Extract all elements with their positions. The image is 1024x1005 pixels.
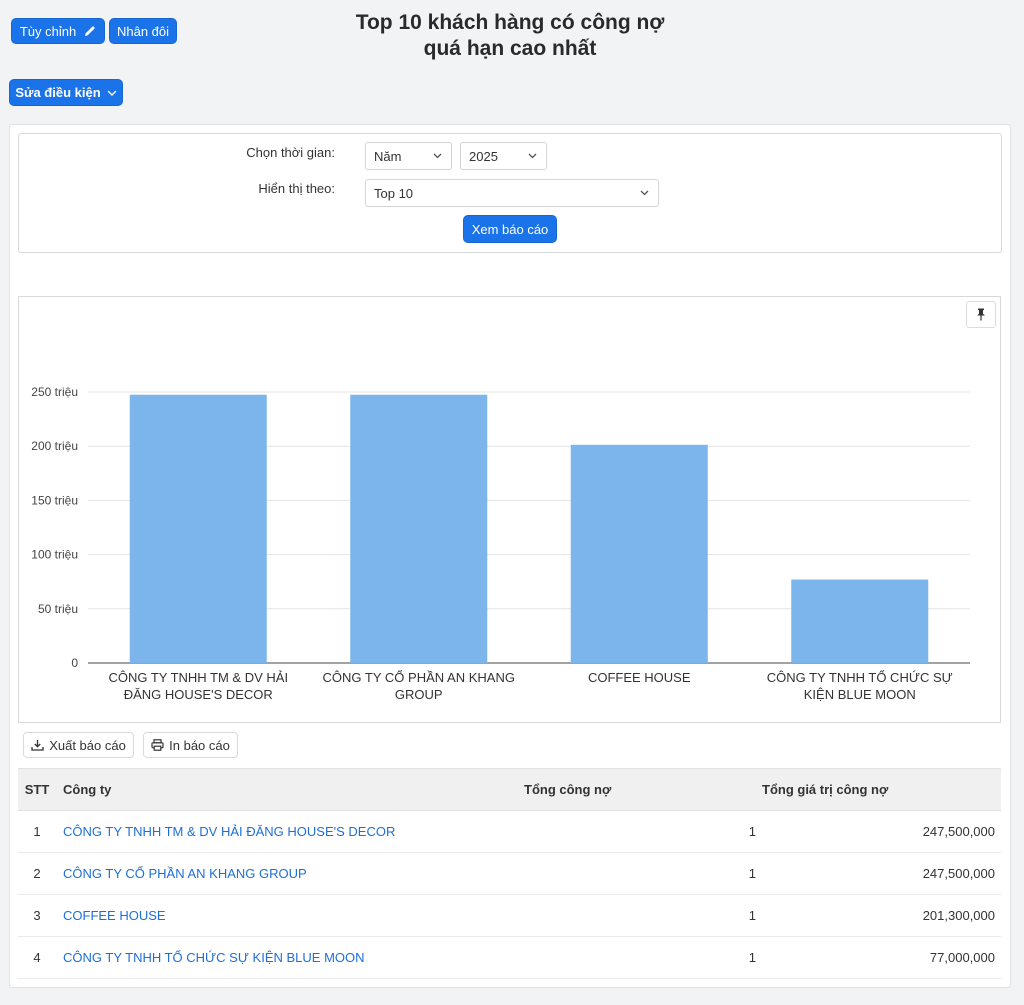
header-total-value: Tổng giá trị công nợ (762, 768, 1001, 811)
duplicate-button[interactable]: Nhân đôi (109, 18, 177, 44)
chevron-down-icon (528, 153, 537, 159)
company-link[interactable]: CÔNG TY TNHH TM & DV HẢI ĐĂNG HOUSE'S DE… (63, 824, 395, 839)
customize-label: Tùy chỉnh (19, 23, 77, 39)
row-count: 1 (524, 894, 762, 937)
time-label: Chọn thời gian: (246, 145, 335, 160)
edit-condition-label: Sửa điều kiện (15, 85, 101, 100)
pencil-icon (85, 26, 95, 36)
customize-button[interactable]: Tùy chỉnh (11, 18, 105, 44)
table-row: 1 CÔNG TY TNHH TM & DV HẢI ĐĂNG HOUSE'S … (18, 810, 1001, 853)
row-company: CÔNG TY CỔ PHẦN AN KHANG GROUP (56, 852, 524, 895)
y-tick-label: 200 triệu (31, 439, 78, 453)
row-stt: 3 (18, 894, 56, 937)
period-select[interactable]: Năm (365, 142, 452, 170)
pin-icon (977, 308, 985, 321)
debt-table: STT Công ty Tổng công nợ Tổng giá trị cô… (18, 768, 1001, 979)
row-value: 77,000,000 (762, 936, 1001, 979)
company-link[interactable]: CÔNG TY TNHH TỔ CHỨC SỰ KIỆN BLUE MOON (63, 950, 365, 965)
y-tick-label: 50 triệu (38, 602, 78, 616)
year-select[interactable]: 2025 (460, 142, 547, 170)
y-tick-label: 0 (71, 656, 78, 670)
bar (791, 579, 929, 663)
chevron-down-icon (107, 90, 117, 96)
row-count: 1 (524, 810, 762, 853)
year-select-value: 2025 (469, 148, 498, 164)
chevron-down-icon (433, 153, 442, 159)
x-tick-label: CÔNG TY TNHH TM & DV HẢI ĐĂNG HOUSE'S DEC… (108, 670, 288, 702)
y-tick-label: 150 triệu (31, 493, 78, 507)
bar-chart: 0 50 triệu 100 triệu 150 triệu 200 triệu 250 … (31, 385, 970, 702)
print-report-label: In báo cáo (169, 737, 230, 753)
row-value: 247,500,000 (762, 810, 1001, 853)
duplicate-label: Nhân đôi (116, 23, 170, 39)
row-company: CÔNG TY TNHH TỔ CHỨC SỰ KIỆN BLUE MOON (56, 936, 524, 979)
period-select-value: Năm (374, 148, 402, 164)
edit-condition-button[interactable]: Sửa điều kiện (9, 79, 123, 106)
page-title-line-1: Top 10 khách hàng có công nợ (355, 11, 665, 34)
table-row: 3 COFFEE HOUSE 1 201,300,000 (18, 894, 1001, 937)
printer-icon (151, 739, 164, 751)
row-company: CÔNG TY TNHH TM & DV HẢI ĐĂNG HOUSE'S DE… (56, 810, 524, 853)
x-tick-label: CÔNG TY CỔ PHẦN AN KHANG GROUP (323, 670, 515, 702)
x-tick-label: CÔNG TY TNHH TỔ CHỨC SỰ KIỆN BLUE MOON (767, 670, 953, 702)
y-tick-label: 250 triệu (31, 385, 78, 399)
bar (350, 394, 488, 663)
table-header-row: STT Công ty Tổng công nợ Tổng giá trị cô… (18, 768, 1001, 811)
bar (129, 394, 267, 663)
header-company: Công ty (56, 768, 524, 811)
row-company: COFFEE HOUSE (56, 894, 524, 937)
print-report-button[interactable]: In báo cáo (143, 732, 238, 758)
row-count: 1 (524, 852, 762, 895)
bar (570, 444, 708, 663)
y-tick-label: 100 triệu (31, 548, 78, 562)
download-icon (31, 740, 44, 751)
export-report-label: Xuất báo cáo (49, 737, 126, 753)
table-row: 4 CÔNG TY TNHH TỔ CHỨC SỰ KIỆN BLUE MOON… (18, 936, 1001, 979)
view-report-label: Xem báo cáo (471, 221, 549, 237)
row-count: 1 (524, 936, 762, 979)
export-report-button[interactable]: Xuất báo cáo (23, 732, 134, 758)
top-select[interactable]: Top 10 (365, 179, 659, 207)
chevron-down-icon (640, 190, 649, 196)
pin-button[interactable] (966, 301, 996, 328)
company-link[interactable]: COFFEE HOUSE (63, 908, 166, 923)
table-row: 2 CÔNG TY CỔ PHẦN AN KHANG GROUP 1 247,5… (18, 852, 1001, 895)
company-link[interactable]: CÔNG TY CỔ PHẦN AN KHANG GROUP (63, 866, 307, 881)
row-stt: 1 (18, 810, 56, 853)
view-report-button[interactable]: Xem báo cáo (463, 215, 557, 243)
header-stt: STT (18, 768, 56, 811)
row-stt: 4 (18, 936, 56, 979)
row-value: 247,500,000 (762, 852, 1001, 895)
header-total-debt: Tổng công nợ (524, 768, 762, 811)
page-title-line-2: quá hạn cao nhất (423, 37, 597, 60)
row-value: 201,300,000 (762, 894, 1001, 937)
x-tick-label: COFFEE HOUSE (588, 670, 691, 685)
top-select-value: Top 10 (374, 185, 414, 201)
row-stt: 2 (18, 852, 56, 895)
page-title: Top 10 khách hàng có công nợ quá hạn cao… (330, 10, 690, 62)
display-label: Hiển thị theo: (258, 181, 335, 196)
